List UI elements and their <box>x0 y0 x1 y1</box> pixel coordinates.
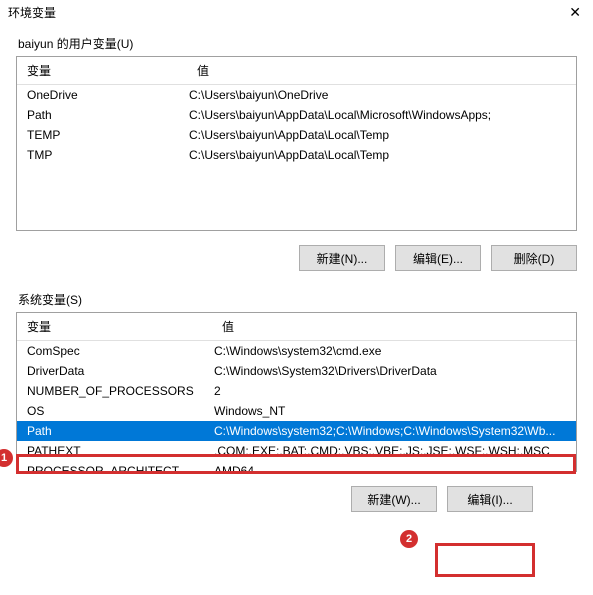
table-row[interactable]: TEMPC:\Users\baiyun\AppData\Local\Temp <box>17 125 576 145</box>
table-row[interactable]: ComSpecC:\Windows\system32\cmd.exe <box>17 341 576 361</box>
cell-variable: Path <box>17 107 187 123</box>
cell-value: C:\Users\baiyun\OneDrive <box>187 87 576 103</box>
user-edit-button[interactable]: 编辑(E)... <box>395 245 481 271</box>
cell-variable: PROCESSOR_ARCHITECT... <box>17 463 212 472</box>
table-row[interactable]: PathC:\Windows\system32;C:\Windows;C:\Wi… <box>17 421 576 441</box>
cell-variable: PATHEXT <box>17 443 212 459</box>
cell-value: C:\Users\baiyun\AppData\Local\Microsoft\… <box>187 107 576 123</box>
cell-value: .COM;.EXE;.BAT;.CMD;.VBS;.VBE;.JS;.JSE;.… <box>212 443 576 459</box>
sys-new-button[interactable]: 新建(W)... <box>351 486 437 512</box>
cell-value: C:\Windows\system32;C:\Windows;C:\Window… <box>212 423 576 439</box>
cell-variable: TMP <box>17 147 187 163</box>
user-vars-table: 变量 值 OneDriveC:\Users\baiyun\OneDrivePat… <box>16 56 577 231</box>
cell-variable: ComSpec <box>17 343 212 359</box>
annotation-box-2 <box>435 543 535 577</box>
cell-variable: TEMP <box>17 127 187 143</box>
sys-buttons-row: 新建(W)... 编辑(I)... <box>0 478 593 526</box>
cell-value: Windows_NT <box>212 403 576 419</box>
table-row[interactable]: NUMBER_OF_PROCESSORS2 <box>17 381 576 401</box>
table-row[interactable]: TMPC:\Users\baiyun\AppData\Local\Temp <box>17 145 576 165</box>
table-row[interactable]: OSWindows_NT <box>17 401 576 421</box>
cell-value: 2 <box>212 383 576 399</box>
col-variable[interactable]: 变量 <box>17 57 187 84</box>
col-value[interactable]: 值 <box>212 313 576 340</box>
table-header: 变量 值 <box>17 313 576 341</box>
table-row[interactable]: OneDriveC:\Users\baiyun\OneDrive <box>17 85 576 105</box>
cell-value: C:\Users\baiyun\AppData\Local\Temp <box>187 147 576 163</box>
close-icon[interactable]: ✕ <box>565 4 585 21</box>
col-value[interactable]: 值 <box>187 57 576 84</box>
cell-value: C:\Windows\system32\cmd.exe <box>212 343 576 359</box>
table-row[interactable]: DriverDataC:\Windows\System32\Drivers\Dr… <box>17 361 576 381</box>
user-buttons-row: 新建(N)... 编辑(E)... 删除(D) <box>0 237 593 285</box>
cell-variable: NUMBER_OF_PROCESSORS <box>17 383 212 399</box>
col-variable[interactable]: 变量 <box>17 313 212 340</box>
table-row[interactable]: PATHEXT.COM;.EXE;.BAT;.CMD;.VBS;.VBE;.JS… <box>17 441 576 461</box>
sys-vars-table: 变量 值 ComSpecC:\Windows\system32\cmd.exeD… <box>16 312 577 472</box>
sys-vars-label: 系统变量(S) <box>0 285 593 312</box>
cell-variable: Path <box>17 423 212 439</box>
user-new-button[interactable]: 新建(N)... <box>299 245 385 271</box>
table-row[interactable]: PROCESSOR_ARCHITECT...AMD64 <box>17 461 576 472</box>
annotation-marker-2: 2 <box>400 530 418 548</box>
cell-value: C:\Windows\System32\Drivers\DriverData <box>212 363 576 379</box>
cell-variable: OS <box>17 403 212 419</box>
titlebar: 环境变量 ✕ <box>0 0 593 29</box>
user-vars-label: baiyun 的用户变量(U) <box>0 29 593 56</box>
annotation-marker-1: 1 <box>0 449 13 467</box>
window-title: 环境变量 <box>8 4 56 21</box>
cell-value: C:\Users\baiyun\AppData\Local\Temp <box>187 127 576 143</box>
table-row[interactable]: PathC:\Users\baiyun\AppData\Local\Micros… <box>17 105 576 125</box>
user-delete-button[interactable]: 删除(D) <box>491 245 577 271</box>
cell-variable: DriverData <box>17 363 212 379</box>
cell-value: AMD64 <box>212 463 576 472</box>
table-header: 变量 值 <box>17 57 576 85</box>
cell-variable: OneDrive <box>17 87 187 103</box>
sys-edit-button[interactable]: 编辑(I)... <box>447 486 533 512</box>
